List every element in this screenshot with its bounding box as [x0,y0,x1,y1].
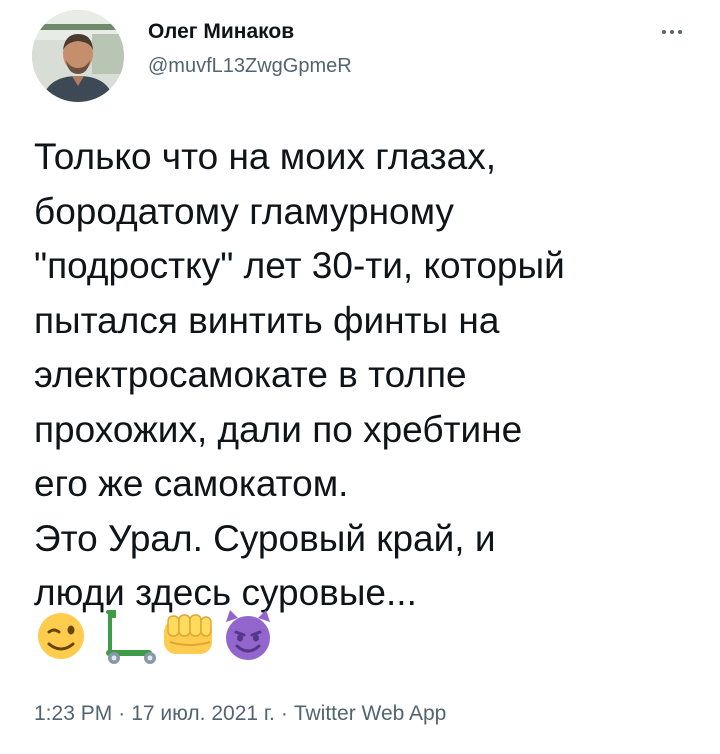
tweet-source[interactable]: Twitter Web App [294,702,447,725]
tweet-text-line: прохожих, дали по хребтине [34,408,523,450]
oncoming-fist-emoji [164,614,212,654]
tweet-date[interactable]: 17 июл. 2021 г. [131,702,275,725]
tweet-text: Только что на моих глазах, бородатому гл… [34,130,694,621]
tweet-timestamp: 1:23 PM · 17 июл. 2021 г. · Twitter Web App [34,700,446,728]
more-options-icon[interactable] [652,20,692,44]
separator-dot: · [280,702,288,725]
tweet-text-line: электросамокате в толпе [34,354,467,395]
tweet-text-line: Это Урал. Суровый край, и [34,517,496,559]
tweet-card: Олег Минаков @muvfL13ZwgGpmeR Только что… [0,0,720,754]
author-block: Олег Минаков @muvfL13ZwgGpmeR [148,18,352,82]
tweet-text-line: Только что на моих глазах, [34,136,496,177]
author-display-name[interactable]: Олег Минаков [148,18,352,46]
kick-scooter-emoji [106,610,156,664]
emoji-row [34,606,294,666]
author-handle[interactable]: @muvfL13ZwgGpmeR [148,50,352,82]
tweet-header: Олег Минаков @muvfL13ZwgGpmeR [32,10,692,106]
tweet-text-line: "подростку" лет 30-ти, который [34,245,565,286]
tweet-time[interactable]: 1:23 PM [34,702,112,725]
tweet-text-line: бородатому гламурному [34,190,454,232]
avatar[interactable] [32,10,124,102]
smiling-face-with-horns-emoji [226,610,270,660]
tweet-text-line: его же самокатом. [34,463,349,504]
winking-face-emoji [38,613,84,659]
separator-dot: · [118,702,126,725]
avatar-photo [32,10,124,102]
tweet-text-line: пытался винтить финты на [34,299,500,341]
